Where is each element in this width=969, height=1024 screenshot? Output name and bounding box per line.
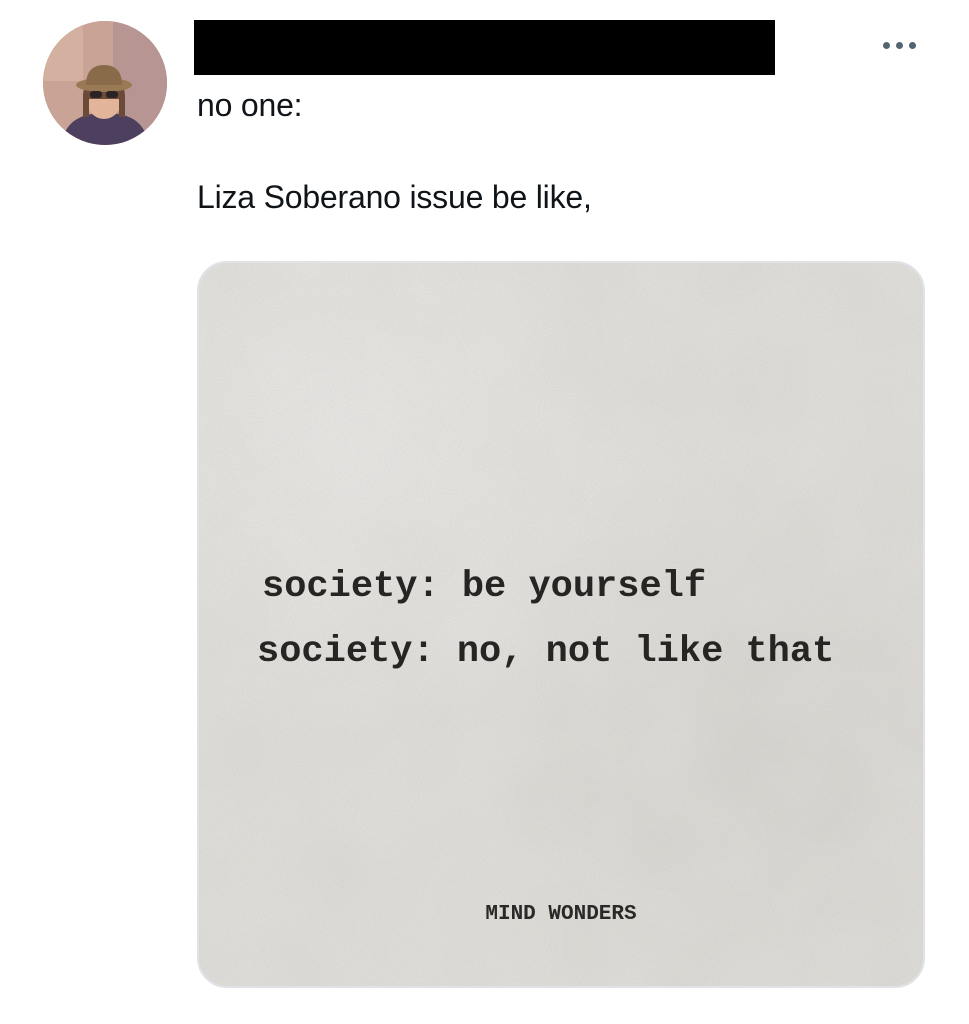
more-options-button[interactable] [874, 30, 924, 60]
tweet-text-line: no one: [197, 87, 303, 123]
quote-line: society: be yourself [262, 566, 707, 608]
author-avatar[interactable] [43, 21, 167, 145]
redacted-author-name [194, 20, 775, 75]
quote-line: society: no, not like that [257, 631, 835, 673]
more-horizontal-icon [882, 41, 890, 49]
more-horizontal-icon [908, 41, 916, 49]
tweet-media-image[interactable]: society: be yourself society: no, not li… [197, 261, 925, 988]
avatar-photo-icon [43, 21, 167, 145]
tweet-text: no one: Liza Soberano issue be like, [197, 84, 917, 218]
tweet-text-line: Liza Soberano issue be like, [197, 179, 592, 215]
brand-watermark: MIND WONDERS [485, 903, 637, 926]
more-horizontal-icon [895, 41, 903, 49]
paper-texture [199, 263, 923, 986]
